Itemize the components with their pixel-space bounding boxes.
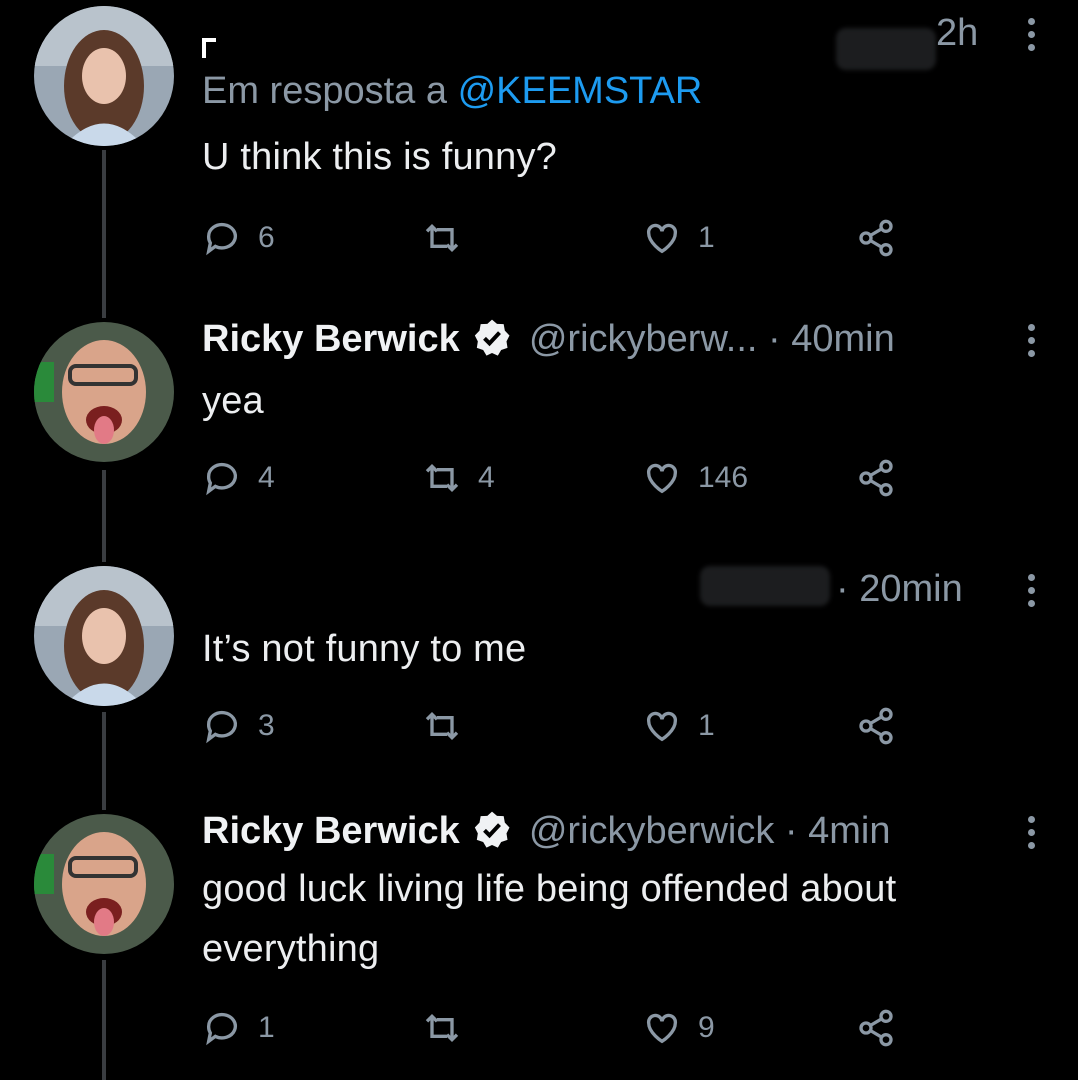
tweet-actions: 6 1 xyxy=(202,218,922,268)
share-icon xyxy=(859,707,893,745)
tweet-actions: 4 4 146 xyxy=(202,458,922,508)
like-button[interactable]: 9 xyxy=(642,1008,715,1048)
reply-button[interactable]: 3 xyxy=(202,706,275,746)
thread-line xyxy=(102,470,106,562)
retweet-button[interactable] xyxy=(422,218,478,258)
redacted-name xyxy=(836,28,936,70)
display-name[interactable]: Ricky Berwick xyxy=(202,318,460,360)
like-count: 1 xyxy=(698,221,715,254)
retweet-count: 4 xyxy=(478,461,495,494)
share-icon xyxy=(859,1009,893,1047)
tweet-time: · 40min xyxy=(768,318,895,360)
more-options-icon[interactable] xyxy=(1028,324,1038,363)
heart-icon xyxy=(646,463,678,494)
reply-button[interactable]: 6 xyxy=(202,218,275,258)
redacted-name xyxy=(700,566,830,606)
tweet-text: yea xyxy=(202,380,264,422)
user-handle[interactable]: @rickyberw... xyxy=(529,318,758,360)
retweet-icon xyxy=(425,223,459,253)
like-button[interactable]: 1 xyxy=(642,218,715,258)
avatar[interactable] xyxy=(34,814,174,954)
more-options-icon[interactable] xyxy=(1028,18,1038,57)
share-icon xyxy=(859,219,893,257)
like-count: 1 xyxy=(698,709,715,742)
reply-button[interactable]: 4 xyxy=(202,458,275,498)
reply-count: 6 xyxy=(258,221,275,254)
reply-count: 1 xyxy=(258,1011,275,1044)
like-count: 146 xyxy=(698,461,749,494)
like-button[interactable]: 1 xyxy=(642,706,715,746)
tweet-header: Ricky Berwick @rickyberw... · 40min xyxy=(202,318,1038,368)
mention-link[interactable]: @KEEMSTAR xyxy=(458,70,703,112)
retweet-button[interactable] xyxy=(422,706,478,746)
reply-prefix: Em resposta a xyxy=(202,70,458,112)
tweet-actions: 1 9 xyxy=(202,1008,922,1058)
share-button[interactable] xyxy=(856,706,912,746)
reply-context: Em resposta a @KEEMSTAR xyxy=(202,70,702,113)
heart-icon xyxy=(646,711,678,742)
tweet-text-line: good luck living life being offended abo… xyxy=(202,868,897,910)
avatar[interactable] xyxy=(34,322,174,462)
retweet-icon xyxy=(425,1013,459,1043)
share-button[interactable] xyxy=(856,218,912,258)
avatar[interactable] xyxy=(34,6,174,146)
heart-icon xyxy=(646,223,678,254)
share-icon xyxy=(859,459,893,497)
reply-count: 3 xyxy=(258,709,275,742)
heart-icon xyxy=(646,1013,678,1044)
tweet-actions: 3 1 xyxy=(202,706,922,756)
tweet-text: U think this is funny? xyxy=(202,136,558,178)
tweet-time: · 20min xyxy=(836,568,963,610)
tweet-time: 2h xyxy=(936,12,979,54)
display-name[interactable]: Ricky Berwick xyxy=(202,810,460,852)
reply-icon xyxy=(206,222,237,256)
verified-badge-icon xyxy=(475,319,510,356)
retweet-button[interactable] xyxy=(422,1008,478,1048)
tweet-header: Ricky Berwick @rickyberwick · 4min xyxy=(202,810,1038,860)
thread-line xyxy=(102,960,106,1080)
retweet-icon xyxy=(425,463,459,493)
verified-badge-icon xyxy=(475,811,510,848)
tweet-text: It’s not funny to me xyxy=(202,628,527,670)
reply-icon xyxy=(206,462,237,496)
retweet-icon xyxy=(425,711,459,741)
user-handle[interactable]: @rickyberwick xyxy=(529,810,774,852)
more-options-icon[interactable] xyxy=(1028,816,1038,855)
redacted-name-fragment xyxy=(202,38,216,58)
thread-line xyxy=(102,712,106,810)
reply-button[interactable]: 1 xyxy=(202,1008,275,1048)
tweet-text-line: everything xyxy=(202,928,380,970)
like-count: 9 xyxy=(698,1011,715,1044)
reply-count: 4 xyxy=(258,461,275,494)
thread-line xyxy=(102,150,106,318)
avatar[interactable] xyxy=(34,566,174,706)
reply-icon xyxy=(206,710,237,744)
tweet-time: · 4min xyxy=(784,810,891,852)
like-button[interactable]: 146 xyxy=(642,458,748,498)
more-options-icon[interactable] xyxy=(1028,574,1038,613)
share-button[interactable] xyxy=(856,1008,912,1048)
share-button[interactable] xyxy=(856,458,912,498)
reply-icon xyxy=(206,1012,237,1046)
retweet-button[interactable]: 4 xyxy=(422,458,495,498)
